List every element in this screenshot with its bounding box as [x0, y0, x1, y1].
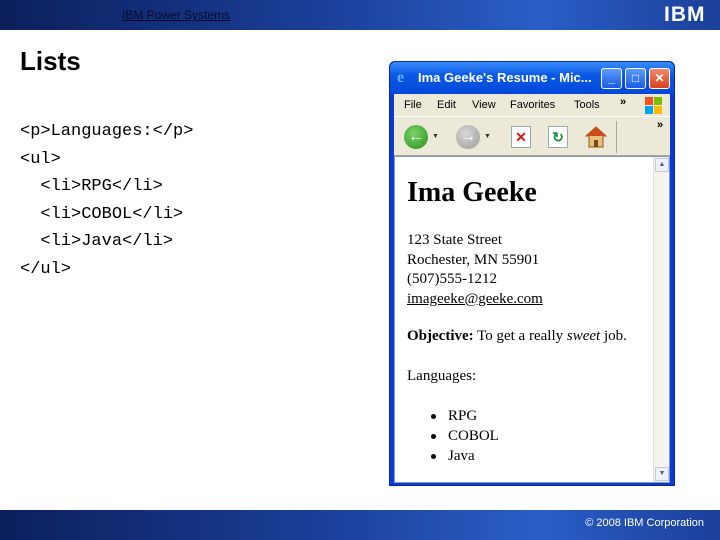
code-line: <li>Java</li>	[20, 232, 174, 251]
menu-edit[interactable]: Edit	[437, 99, 456, 111]
menu-bar: File Edit View Favorites Tools »	[394, 94, 670, 116]
windows-flag-icon	[644, 96, 662, 114]
minimize-button[interactable]: _	[601, 68, 622, 89]
maximize-button[interactable]: □	[625, 68, 646, 89]
list-item: RPG	[431, 406, 499, 426]
browser-window: e Ima Geeke's Resume - Mic... _ □ ✕ File…	[389, 61, 675, 486]
home-icon[interactable]	[584, 125, 608, 149]
code-line: <ul>	[20, 149, 61, 169]
code-line: <li>COBOL</li>	[20, 204, 184, 224]
page-viewport: Ima Geeke 123 State Street Rochester, MN…	[394, 156, 670, 483]
refresh-icon[interactable]: ↻	[548, 126, 568, 148]
objective-label: Objective:	[407, 328, 474, 344]
code-line: </ul>	[20, 259, 72, 279]
toolbar-separator	[616, 121, 617, 153]
list-item: Java	[431, 446, 499, 466]
objective-text-end: job.	[600, 328, 627, 344]
code-line: <p>Languages:</p>	[20, 122, 194, 141]
phone-line: (507)555-1212	[407, 271, 497, 287]
menu-favorites[interactable]: Favorites	[510, 99, 555, 111]
ibm-logo: IBM	[664, 4, 712, 26]
slide-title: Lists	[20, 46, 81, 76]
toolbar-chevron-icon[interactable]: »	[657, 119, 663, 131]
toolbar: ← ▼ → ▼ ✕ ↻ »	[394, 116, 670, 156]
footer-banner: © 2008 IBM Corporation	[0, 510, 720, 540]
languages-label: Languages:	[407, 368, 477, 384]
menu-view[interactable]: View	[472, 99, 496, 111]
email-link[interactable]: imageeke@geeke.com	[407, 290, 543, 310]
scroll-up-icon[interactable]: ▲	[655, 158, 669, 172]
copyright-label: © 2008 IBM Corporation	[585, 517, 704, 529]
forward-dropdown-icon[interactable]: ▼	[484, 133, 491, 140]
address-line: Rochester, MN 55901	[407, 251, 540, 268]
resume-heading: Ima Geeke	[407, 177, 537, 208]
menu-file[interactable]: File	[404, 99, 422, 111]
menu-tools[interactable]: Tools	[574, 99, 600, 111]
code-line: <li>RPG</li>	[20, 177, 163, 196]
brand-label: IBM Power Systems	[122, 8, 231, 22]
languages-list: RPG COBOL Java	[431, 406, 499, 466]
close-button[interactable]: ✕	[649, 68, 670, 89]
back-dropdown-icon[interactable]: ▼	[432, 133, 439, 140]
ie-icon: e	[397, 69, 405, 86]
stop-icon[interactable]: ✕	[511, 126, 531, 148]
top-banner: IBM Power Systems IBM	[0, 0, 720, 30]
back-icon[interactable]: ←	[404, 125, 428, 149]
forward-icon[interactable]: →	[456, 125, 480, 149]
scroll-down-icon[interactable]: ▼	[655, 467, 669, 481]
objective-text: To get a really	[473, 328, 567, 344]
objective-emphasis: sweet	[566, 328, 601, 344]
code-sample: <p>Languages:</p> <ul> <li>RPG</li> <li>…	[20, 118, 193, 283]
window-title: Ima Geeke's Resume - Mic...	[418, 70, 592, 85]
vertical-scrollbar[interactable]: ▲ ▼	[653, 157, 669, 482]
window-titlebar[interactable]: e Ima Geeke's Resume - Mic... _ □ ✕	[390, 62, 674, 94]
address-block: 123 State Street Rochester, MN 55901 (50…	[407, 231, 543, 309]
address-line: 123 State Street	[407, 232, 502, 248]
menu-chevron-icon[interactable]: »	[620, 96, 626, 108]
objective-line: Objective: To get a really sweet job.	[407, 328, 627, 345]
list-item: COBOL	[431, 426, 499, 446]
